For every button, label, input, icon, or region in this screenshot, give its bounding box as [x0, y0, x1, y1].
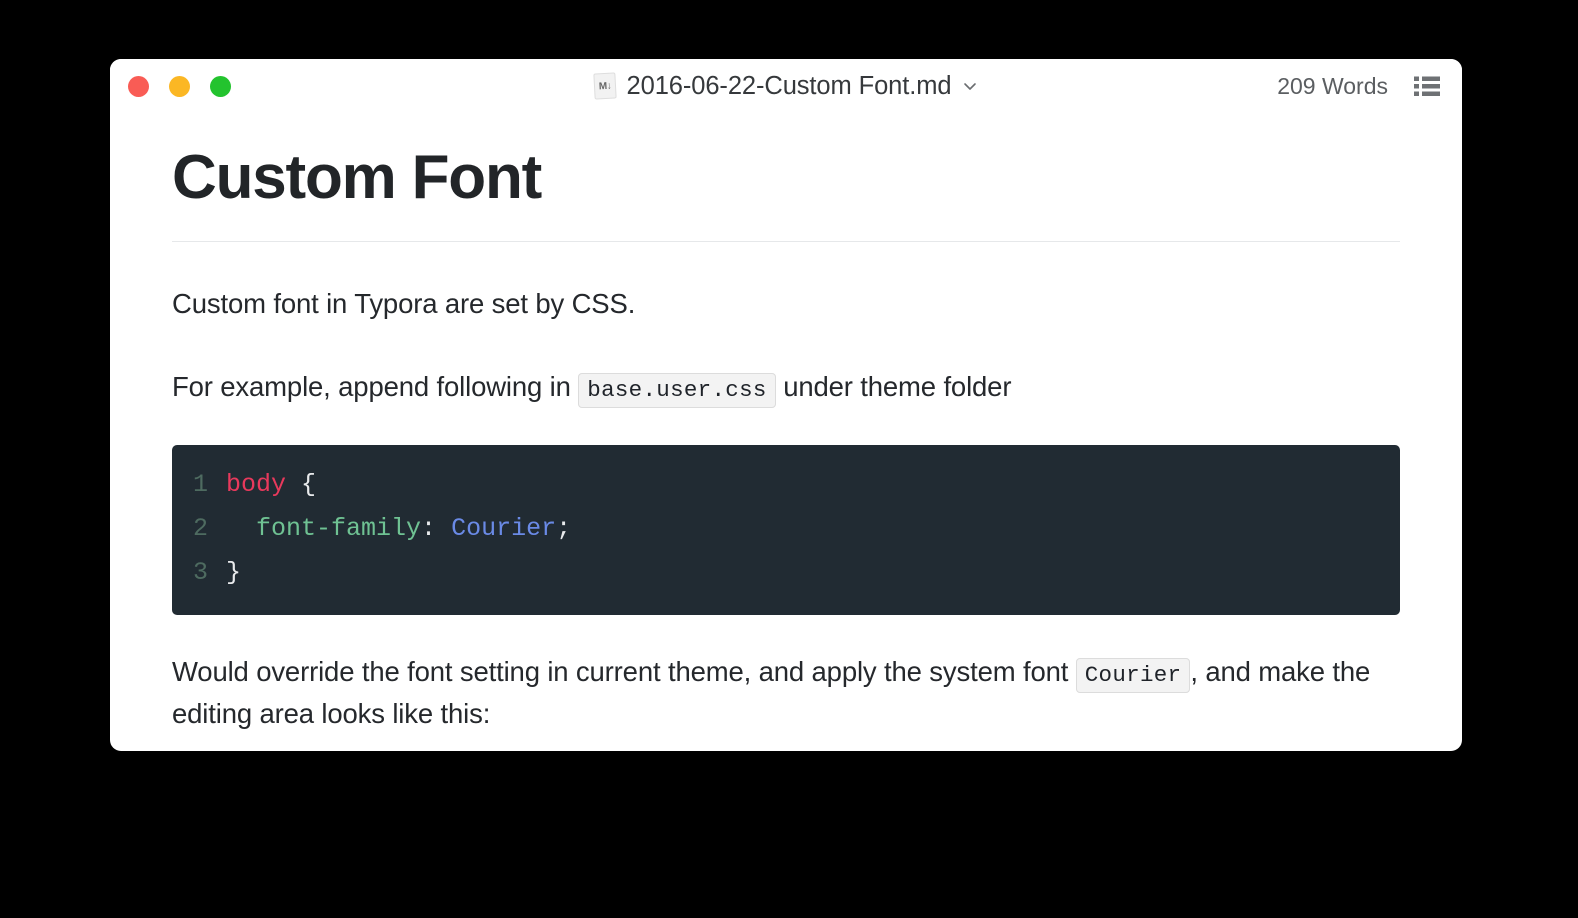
paragraph-intro: Custom font in Typora are set by CSS.: [172, 288, 636, 320]
document-title-group: M↓ 2016-06-22-Custom Font.md: [110, 59, 1462, 113]
code-token-property: font-family: [256, 514, 422, 544]
minimize-window-button[interactable]: [169, 75, 190, 97]
code-block-css[interactable]: 1 body { 2 font-family: Courier; 3 }: [172, 445, 1400, 616]
window-titlebar: M↓ 2016-06-22-Custom Font.md 209 Words: [110, 59, 1462, 113]
code-line-content: }: [226, 551, 241, 595]
traffic-light-controls: [128, 59, 231, 113]
close-window-button[interactable]: [128, 75, 149, 97]
title-divider: [172, 241, 1400, 243]
page-title: Custom Font: [172, 143, 542, 212]
code-token-indent: [226, 514, 256, 543]
word-count-label[interactable]: 209 Words: [1277, 73, 1388, 100]
titlebar-right-group: 209 Words: [1277, 59, 1440, 113]
paragraph-result-before: Would override the font setting in curre…: [172, 656, 1076, 688]
code-line-content: body {: [226, 463, 316, 507]
code-line-number: 3: [192, 558, 208, 588]
code-line: 2 font-family: Courier;: [172, 507, 1400, 551]
paragraph-example-after: under theme folder: [775, 371, 1012, 403]
outline-list-icon[interactable]: [1414, 75, 1440, 97]
code-line: 3 }: [172, 551, 1400, 595]
code-line-number: 2: [192, 514, 208, 544]
inline-code-courier: Courier: [1075, 658, 1191, 694]
typora-window: M↓ 2016-06-22-Custom Font.md 209 Words C…: [110, 59, 1462, 751]
code-line-content: font-family: Courier;: [226, 507, 571, 551]
code-token-selector: body: [226, 470, 287, 500]
maximize-window-button[interactable]: [210, 75, 231, 97]
paragraph-example-before: For example, append following in: [172, 371, 579, 403]
code-token-semicolon: ;: [556, 514, 572, 544]
code-token-value: Courier: [451, 514, 557, 544]
code-line: 1 body {: [172, 463, 1400, 507]
code-line-number: 1: [192, 470, 208, 500]
paragraph-example: For example, append following in base.us…: [172, 366, 1400, 409]
code-token-brace-close: }: [226, 558, 242, 588]
editor-content-area[interactable]: Custom Font Custom font in Typora are se…: [110, 143, 1462, 735]
inline-code-base-user-css: base.user.css: [578, 373, 776, 409]
code-token-brace-open: {: [301, 470, 317, 500]
paragraph-result: Would override the font setting in curre…: [172, 651, 1400, 735]
code-token-colon: :: [421, 514, 452, 544]
markdown-file-icon-label: M↓: [598, 80, 611, 92]
document-title: 2016-06-22-Custom Font.md: [626, 71, 952, 100]
markdown-file-icon: M↓: [592, 72, 617, 100]
chevron-down-icon[interactable]: [962, 78, 978, 94]
